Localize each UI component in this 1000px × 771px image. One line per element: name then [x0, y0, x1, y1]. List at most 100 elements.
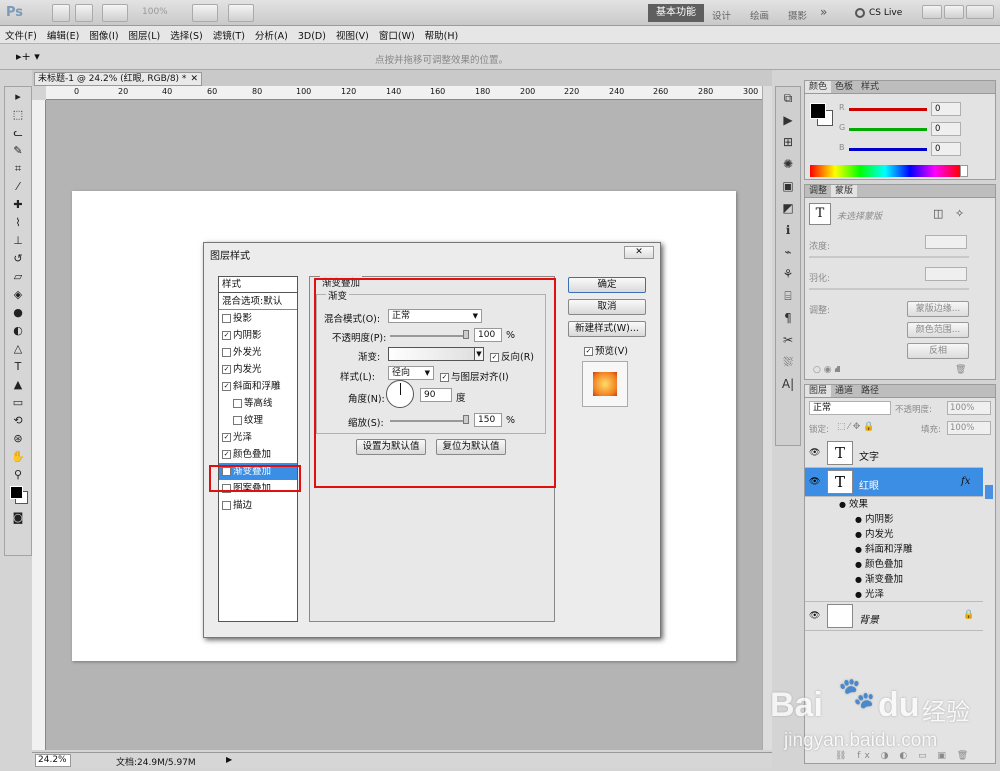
menu-image[interactable]: 图像(I)	[84, 26, 123, 44]
crop-tool-icon[interactable]: ⌗	[6, 160, 30, 177]
slider-b-value[interactable]: 0	[931, 142, 961, 156]
style-item[interactable]: ✓ 内发光	[219, 361, 297, 378]
tab-masks[interactable]: 蒙版	[831, 185, 858, 197]
style-item[interactable]: ✓ 光泽	[219, 429, 297, 446]
styles-header[interactable]: 样式	[219, 277, 297, 293]
effect-item[interactable]: ● 颜色叠加	[805, 557, 983, 572]
color-spectrum[interactable]	[810, 165, 960, 177]
lock-icons[interactable]: ⬚ ⁄ ✥ 🔒	[837, 422, 874, 432]
density-field[interactable]	[925, 235, 967, 249]
style-item[interactable]: ✓ 斜面和浮雕	[219, 378, 297, 395]
effect-item[interactable]: ● 光泽	[805, 587, 983, 602]
eye-icon[interactable]: ●	[855, 560, 862, 569]
menu-3d[interactable]: 3D(D)	[293, 29, 331, 44]
layer-name[interactable]: 文字	[859, 448, 879, 463]
effects-group[interactable]: ● 效果	[805, 497, 983, 512]
type-tool-icon[interactable]: T	[6, 358, 30, 375]
close-icon[interactable]: ✕	[624, 246, 654, 259]
tab-adjustments[interactable]: 调整	[805, 185, 831, 197]
layers-scroll-thumb[interactable]	[985, 485, 993, 499]
cslive-button[interactable]: CS Live	[869, 8, 902, 18]
tab-paths[interactable]: 路径	[857, 385, 883, 397]
layer-row-background[interactable]: 👁 背景 🔒	[805, 602, 983, 631]
minimize-button[interactable]	[922, 5, 942, 19]
fill-field[interactable]: 100%	[947, 421, 991, 435]
eye-icon[interactable]: 👁	[809, 449, 820, 458]
workspace-design[interactable]: 设计	[712, 8, 731, 22]
mask-footer-icons[interactable]: ○ ◉ ⛘	[813, 365, 841, 376]
style-item[interactable]: 等高线	[219, 395, 297, 412]
3d-icon[interactable]: ⊞	[778, 135, 798, 153]
slider-b[interactable]: B 0	[837, 141, 993, 161]
style-item[interactable]: ✓ 颜色叠加	[219, 446, 297, 463]
eye-icon[interactable]: ●	[855, 530, 862, 539]
eye-icon[interactable]: ●	[855, 515, 862, 524]
invert-button[interactable]: 反相	[907, 343, 969, 359]
checkbox-icon[interactable]	[222, 314, 231, 323]
pixel-mask-icon[interactable]: ◫	[933, 207, 943, 220]
hand-tool-icon[interactable]: ✋	[6, 448, 30, 465]
menu-file[interactable]: 文件(F)	[0, 26, 42, 44]
checkbox-icon[interactable]: ✓	[222, 450, 231, 459]
character-icon[interactable]: A|	[778, 377, 798, 395]
ok-button[interactable]: 确定	[568, 277, 646, 293]
brush-tool-icon[interactable]: ⌇	[6, 214, 30, 231]
menu-view[interactable]: 视图(V)	[331, 26, 374, 44]
workspace-essentials[interactable]: 基本功能	[648, 4, 704, 22]
tab-channels[interactable]: 通道	[831, 385, 857, 397]
blend-mode-select[interactable]: 正常	[809, 401, 891, 415]
zoom-select[interactable]: 100%	[142, 7, 168, 17]
history-brush-icon[interactable]: ↺	[6, 250, 30, 267]
zoom-tool-icon[interactable]: ⚲	[6, 466, 30, 483]
tab-layers[interactable]: 图层	[805, 385, 832, 397]
menu-layer[interactable]: 图层(L)	[124, 26, 166, 44]
paint-bucket-icon[interactable]: ◈	[6, 286, 30, 303]
slider-r[interactable]: R 0	[837, 101, 993, 121]
effect-item[interactable]: ● 斜面和浮雕	[805, 542, 983, 557]
gear-icon[interactable]: ✺	[778, 157, 798, 175]
vertical-scrollbar[interactable]	[762, 86, 772, 750]
slider-g-value[interactable]: 0	[931, 122, 961, 136]
effect-item[interactable]: ● 内阴影	[805, 512, 983, 527]
eye-icon[interactable]: ●	[855, 590, 862, 599]
bridge-button[interactable]	[52, 4, 70, 22]
lasso-tool-icon[interactable]: ᓚ	[6, 124, 30, 141]
workspace-painting[interactable]: 绘画	[750, 8, 769, 22]
screen-mode-button[interactable]	[228, 4, 254, 22]
3d-rotate-icon[interactable]: ⟲	[6, 412, 30, 429]
style-item[interactable]: 投影	[219, 310, 297, 327]
clone-source-icon[interactable]: ⚘	[778, 267, 798, 285]
quick-select-tool-icon[interactable]: ✎	[6, 142, 30, 159]
effect-item[interactable]: ● 内发光	[805, 527, 983, 542]
menu-analysis[interactable]: 分析(A)	[250, 26, 293, 44]
style-item[interactable]: ✓ 内阴影	[219, 327, 297, 344]
menu-help[interactable]: 帮助(H)	[420, 26, 464, 44]
slider-r-value[interactable]: 0	[931, 102, 961, 116]
eraser-tool-icon[interactable]: ▱	[6, 268, 30, 285]
style-item[interactable]: 纹理	[219, 412, 297, 429]
vector-mask-icon[interactable]: ✧	[955, 207, 964, 220]
quick-mask-icon[interactable]: ◙	[6, 509, 30, 526]
new-style-button[interactable]: 新建样式(W)...	[568, 321, 646, 337]
opacity-field[interactable]: 100%	[947, 401, 991, 415]
path-select-icon[interactable]: ▲	[6, 376, 30, 393]
workspace-overflow[interactable]: »	[820, 5, 827, 19]
color-range-button[interactable]: 颜色范围...	[907, 322, 969, 338]
zoom-level[interactable]: 24.2%	[35, 754, 71, 767]
pen-tool-icon[interactable]: △	[6, 340, 30, 357]
view-extras-button[interactable]	[102, 4, 128, 22]
menu-window[interactable]: 窗口(W)	[374, 26, 420, 44]
actions-icon[interactable]: ▶	[778, 113, 798, 131]
menu-select[interactable]: 选择(S)	[165, 26, 207, 44]
shape-tool-icon[interactable]: ▭	[6, 394, 30, 411]
checkbox-icon[interactable]: ✓	[222, 433, 231, 442]
checkbox-icon[interactable]: ✓	[222, 382, 231, 391]
tool-presets-icon[interactable]: ⌸	[778, 289, 798, 307]
marquee-tool-icon[interactable]: ⬚	[6, 106, 30, 123]
history-icon[interactable]: ⧉	[778, 91, 798, 109]
tab-swatches[interactable]: 色板	[831, 81, 857, 93]
layer-name[interactable]: 背景	[859, 611, 879, 626]
checkbox-icon[interactable]: ✓	[222, 331, 231, 340]
checkbox-icon[interactable]	[222, 348, 231, 357]
style-item[interactable]: 描边	[219, 497, 297, 514]
